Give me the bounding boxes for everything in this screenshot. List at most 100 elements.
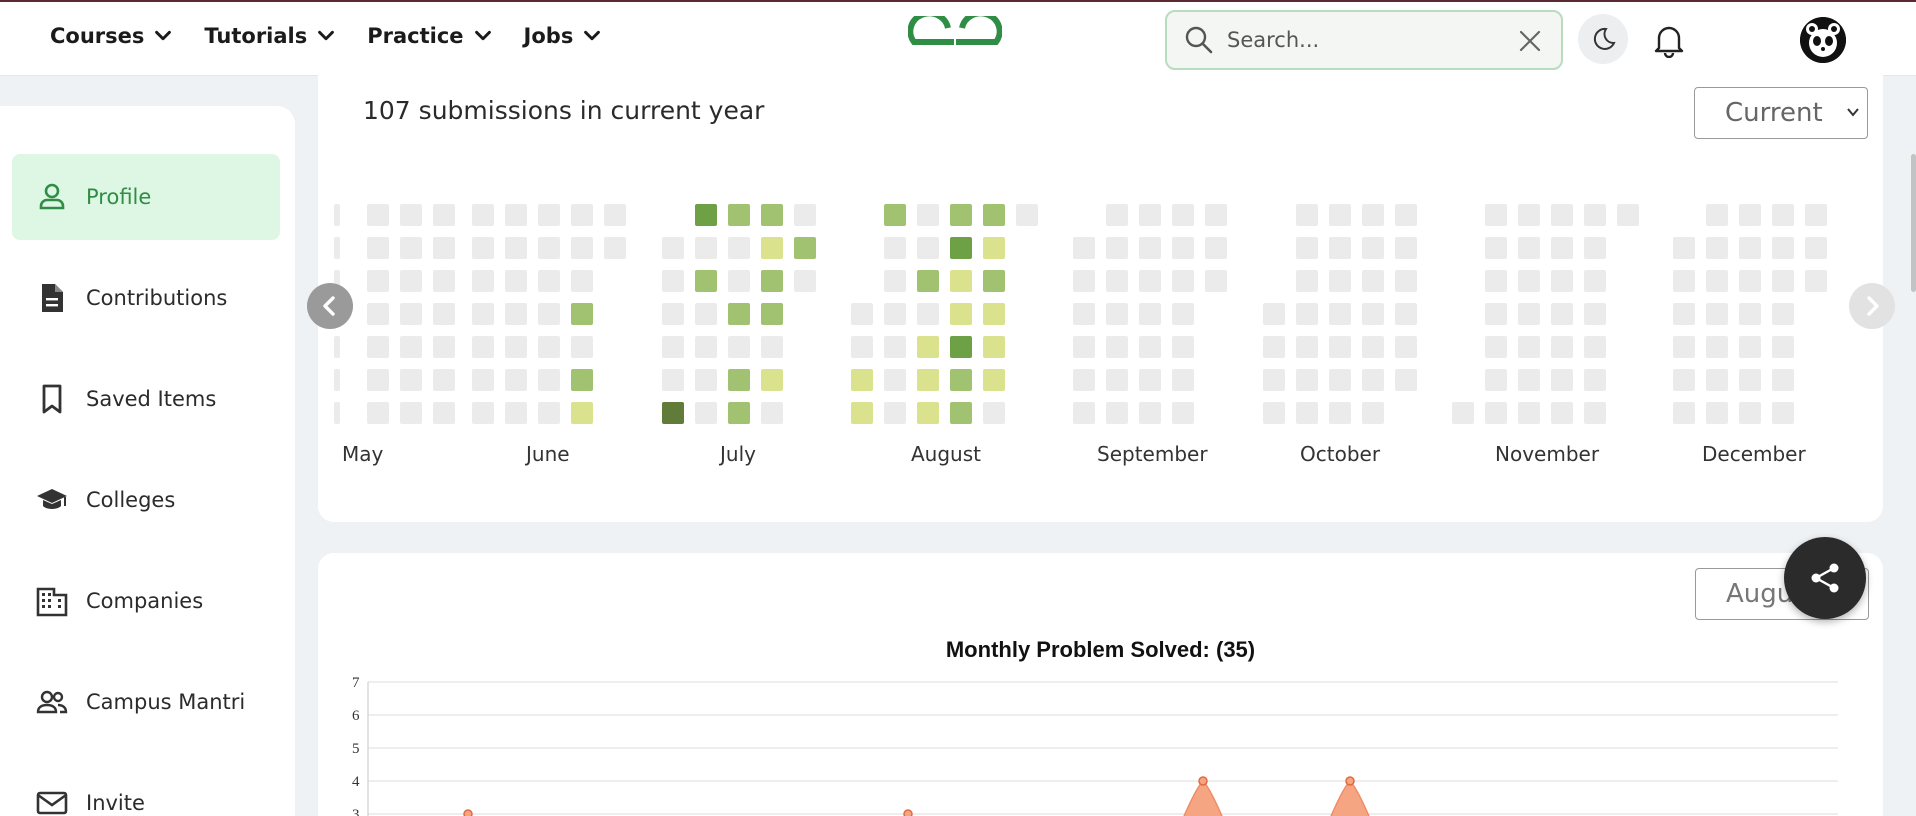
heatmap-cell[interactable] — [695, 270, 717, 292]
heatmap-cell[interactable] — [1362, 303, 1384, 325]
heatmap-cell[interactable] — [1172, 204, 1194, 226]
heatmap-cell[interactable] — [695, 204, 717, 226]
heatmap-cell[interactable] — [1739, 336, 1761, 358]
heatmap-cell[interactable] — [505, 204, 527, 226]
heatmap-cell[interactable] — [950, 402, 972, 424]
heatmap-cell[interactable] — [1073, 303, 1095, 325]
theme-toggle-button[interactable] — [1578, 14, 1628, 64]
heatmap-cell[interactable] — [1016, 204, 1038, 226]
heatmap-cell[interactable] — [1329, 402, 1351, 424]
heatmap-cell[interactable] — [1772, 270, 1794, 292]
heatmap-cell[interactable] — [1329, 369, 1351, 391]
heatmap-cell[interactable] — [400, 336, 422, 358]
heatmap-cell[interactable] — [983, 204, 1005, 226]
heatmap-cell[interactable] — [400, 402, 422, 424]
heatmap-cell[interactable] — [884, 402, 906, 424]
heatmap-cell[interactable] — [1551, 237, 1573, 259]
heatmap-cell[interactable] — [1073, 237, 1095, 259]
heatmap-cell[interactable] — [1329, 336, 1351, 358]
heatmap-cell[interactable] — [662, 402, 684, 424]
heatmap-cell[interactable] — [1673, 270, 1695, 292]
heatmap-cell[interactable] — [1706, 402, 1728, 424]
heatmap-cell[interactable] — [794, 204, 816, 226]
heatmap-cell[interactable] — [1296, 270, 1318, 292]
heatmap-cell[interactable] — [505, 270, 527, 292]
heatmap-cell[interactable] — [472, 237, 494, 259]
heatmap-cell[interactable] — [662, 336, 684, 358]
sidebar-item-profile[interactable]: Profile — [12, 154, 280, 240]
heatmap-cell[interactable] — [472, 204, 494, 226]
heatmap-cell[interactable] — [1296, 402, 1318, 424]
heatmap-cell[interactable] — [1263, 303, 1285, 325]
heatmap-cell[interactable] — [433, 204, 455, 226]
heatmap-cell[interactable] — [761, 336, 783, 358]
share-button[interactable] — [1784, 537, 1866, 619]
heatmap-cell[interactable] — [1551, 270, 1573, 292]
heatmap-cell[interactable] — [1263, 369, 1285, 391]
heatmap-cell[interactable] — [983, 402, 1005, 424]
heatmap-cell[interactable] — [1485, 402, 1507, 424]
heatmap-cell[interactable] — [1296, 336, 1318, 358]
heatmap-cell[interactable] — [1452, 402, 1474, 424]
heatmap-cell[interactable] — [1739, 270, 1761, 292]
heatmap-cell[interactable] — [472, 402, 494, 424]
heatmap-cell[interactable] — [662, 237, 684, 259]
heatmap-cell[interactable] — [1551, 402, 1573, 424]
heatmap-cell[interactable] — [950, 303, 972, 325]
heatmap-cell[interactable] — [1073, 369, 1095, 391]
heatmap-cell[interactable] — [695, 303, 717, 325]
heatmap-cell[interactable] — [1706, 369, 1728, 391]
heatmap-cell[interactable] — [950, 270, 972, 292]
heatmap-cell[interactable] — [662, 270, 684, 292]
heatmap-cell[interactable] — [983, 237, 1005, 259]
heatmap-cell[interactable] — [884, 270, 906, 292]
heatmap-cell[interactable] — [1362, 369, 1384, 391]
heatmap-cell[interactable] — [367, 402, 389, 424]
heatmap-cell[interactable] — [1706, 270, 1728, 292]
heatmap-cell[interactable] — [1673, 336, 1695, 358]
heatmap-cell[interactable] — [917, 303, 939, 325]
heatmap-cell[interactable] — [538, 237, 560, 259]
heatmap-cell[interactable] — [367, 204, 389, 226]
year-select[interactable]: Current — [1694, 87, 1868, 139]
heatmap-cell[interactable] — [917, 270, 939, 292]
heatmap-cell[interactable] — [1772, 369, 1794, 391]
heatmap-cell[interactable] — [1551, 336, 1573, 358]
data-point[interactable] — [1198, 776, 1208, 786]
heatmap-cell[interactable] — [1329, 204, 1351, 226]
heatmap-cell[interactable] — [1139, 336, 1161, 358]
heatmap-cell[interactable] — [1263, 402, 1285, 424]
heatmap-cell[interactable] — [1706, 336, 1728, 358]
heatmap-cell[interactable] — [1551, 204, 1573, 226]
heatmap-cell[interactable] — [1106, 237, 1128, 259]
heatmap-cell[interactable] — [1772, 303, 1794, 325]
heatmap-cell[interactable] — [1172, 237, 1194, 259]
heatmap-cell[interactable] — [472, 369, 494, 391]
heatmap-cell[interactable] — [761, 270, 783, 292]
heatmap-cell[interactable] — [761, 303, 783, 325]
heatmap-cell[interactable] — [433, 336, 455, 358]
heatmap-cell[interactable] — [1172, 270, 1194, 292]
heatmap-cell[interactable] — [400, 204, 422, 226]
heatmap-cell[interactable] — [662, 369, 684, 391]
heatmap-cell[interactable] — [884, 303, 906, 325]
heatmap-cell[interactable] — [761, 237, 783, 259]
heatmap-cell[interactable] — [695, 237, 717, 259]
search-box[interactable] — [1165, 10, 1563, 70]
heatmap-cell[interactable] — [1205, 270, 1227, 292]
heatmap-cell[interactable] — [472, 303, 494, 325]
heatmap-cell[interactable] — [1296, 369, 1318, 391]
heatmap-cell[interactable] — [851, 369, 873, 391]
data-point[interactable] — [463, 809, 473, 816]
heatmap-cell[interactable] — [433, 237, 455, 259]
heatmap-cell[interactable] — [851, 402, 873, 424]
heatmap-cell[interactable] — [433, 303, 455, 325]
heatmap-cell[interactable] — [571, 402, 593, 424]
heatmap-cell[interactable] — [1551, 369, 1573, 391]
heatmap-cell[interactable] — [983, 369, 1005, 391]
heatmap-cell[interactable] — [505, 336, 527, 358]
heatmap-cell[interactable] — [1518, 237, 1540, 259]
heatmap-cell[interactable] — [367, 237, 389, 259]
heatmap-cell[interactable] — [1205, 204, 1227, 226]
heatmap-cell[interactable] — [1073, 336, 1095, 358]
